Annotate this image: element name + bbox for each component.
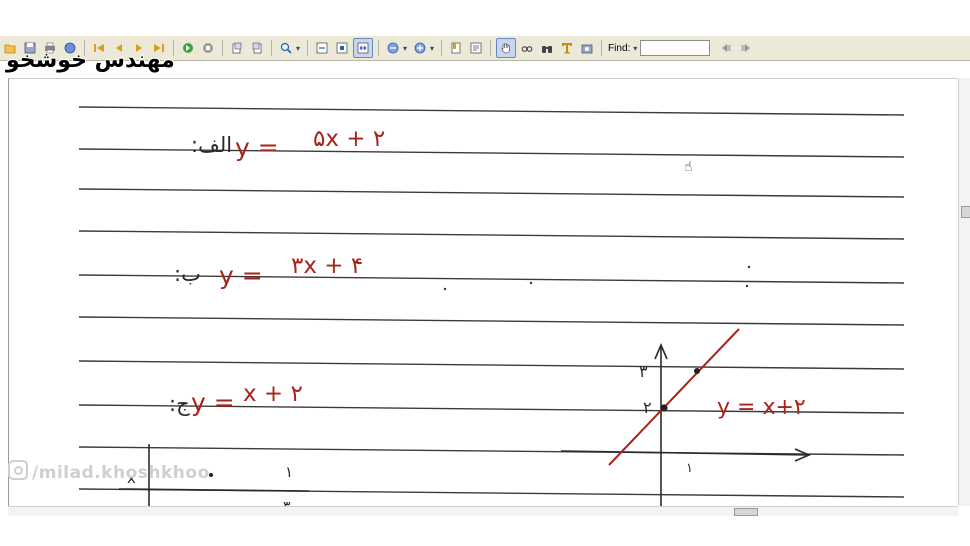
fit-width-icon[interactable] — [313, 39, 331, 57]
rule-line — [78, 106, 905, 116]
toolbar-separator — [307, 40, 309, 56]
vertical-scroll-thumb[interactable] — [961, 206, 970, 218]
stray-dot — [745, 284, 749, 288]
go-back-icon[interactable] — [199, 39, 217, 57]
properties-icon[interactable] — [467, 39, 485, 57]
binoculars-icon[interactable] — [538, 39, 556, 57]
coordinate-graph: ۳ ۲ ۱ y = x+۲ — [560, 328, 812, 507]
line3-label: ج: — [169, 392, 190, 417]
line1-label: الف: — [191, 133, 232, 157]
document-page: الف: y = ۵x + ۲ ☝ ب: y = ۳x + ۴ ج: y = x… — [8, 78, 957, 507]
line2-label: ب: — [174, 262, 201, 286]
zoom-out-icon[interactable] — [384, 39, 402, 57]
rule-line — [78, 230, 905, 240]
find-label: Find: — [608, 42, 631, 54]
rotate-right-icon[interactable] — [248, 39, 266, 57]
toolbar-separator — [490, 40, 492, 56]
social-handle-text: /milad.khoshkhoo — [32, 463, 210, 483]
hand-tool-icon[interactable] — [496, 38, 517, 58]
notebook-drawing: الف: y = ۵x + ۲ ☝ ب: y = ۳x + ۴ ج: y = x… — [78, 106, 905, 507]
zoom-in-icon[interactable] — [411, 39, 429, 57]
rule-line — [78, 274, 905, 284]
hand-cursor-icon: ☝ — [684, 159, 693, 175]
go-forward-icon[interactable] — [179, 39, 197, 57]
table-value-1: ۱ — [285, 463, 293, 481]
find-previous-icon[interactable] — [717, 39, 735, 57]
glasses-icon[interactable] — [518, 39, 536, 57]
stray-dot — [529, 281, 533, 285]
channel-watermark: مهندس خوشخو — [6, 48, 175, 73]
stray-dot — [443, 287, 447, 291]
toolbar-separator — [441, 40, 443, 56]
toolbar-separator — [271, 40, 272, 56]
point-on-line — [694, 368, 700, 374]
line3-equation-left: y = — [191, 388, 235, 417]
line3-equation-right: x + ۲ — [243, 381, 303, 407]
vertical-scrollbar[interactable] — [958, 78, 970, 506]
rule-line — [78, 316, 905, 326]
snapshot-icon[interactable] — [578, 39, 596, 57]
graph-y-tick-3: ۳ — [639, 362, 648, 381]
point-on-y-axis — [660, 404, 668, 412]
actual-size-icon[interactable] — [353, 38, 374, 58]
instagram-icon — [8, 460, 28, 480]
rule-line — [78, 360, 905, 370]
horizontal-scroll-thumb[interactable] — [734, 508, 758, 516]
text-tool-icon[interactable] — [558, 39, 576, 57]
fit-page-icon[interactable] — [333, 39, 351, 57]
zoom-out-dropdown-arrow[interactable]: ▾ — [403, 44, 407, 53]
zoom-in-dropdown-arrow[interactable]: ▾ — [430, 44, 434, 53]
find-input[interactable] — [640, 40, 711, 56]
line2-equation-left: y = — [219, 261, 263, 290]
line1-equation-right: ۵x + ۲ — [313, 126, 385, 152]
social-handle: /milad.khoshkhoo — [8, 460, 210, 483]
toolbar-separator — [222, 40, 223, 56]
line1-equation-left: y = — [235, 133, 279, 162]
line2-equation-right: ۳x + ۴ — [291, 253, 363, 279]
toolbar-separator — [378, 40, 380, 56]
table-horizontal-rule — [118, 488, 310, 492]
find-next-icon[interactable] — [737, 39, 755, 57]
ruled-lines — [78, 106, 905, 498]
graph-line-label: y = x+۲ — [717, 395, 806, 420]
x-axis — [560, 450, 810, 456]
find-options-arrow[interactable]: ▾ — [633, 44, 637, 53]
rule-line — [78, 188, 905, 198]
stray-dot — [747, 265, 751, 269]
graph-y-tick-2: ۲ — [643, 398, 652, 417]
toolbar-separator — [601, 40, 603, 56]
zoom-icon[interactable] — [277, 39, 295, 57]
frame-bottom — [0, 516, 970, 546]
bookmark-icon[interactable] — [447, 39, 465, 57]
zoom-dropdown-arrow[interactable]: ▾ — [296, 44, 300, 53]
graph-x-tick-1: ۱ — [686, 461, 693, 476]
rotate-left-icon[interactable] — [228, 39, 246, 57]
